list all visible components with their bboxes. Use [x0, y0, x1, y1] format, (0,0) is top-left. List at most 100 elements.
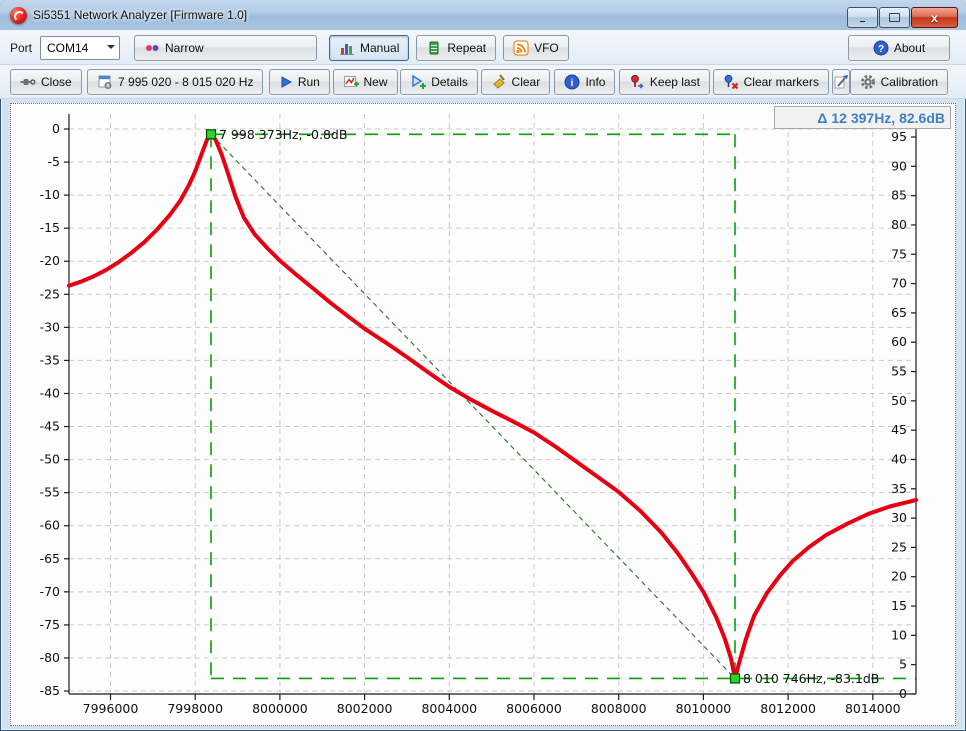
toolbar-main: Close 7 995 020 - 8 015 020 Hz Run New D…	[0, 65, 966, 99]
svg-text:85: 85	[891, 188, 907, 203]
clear-markers-button[interactable]: Clear markers	[713, 69, 829, 95]
port-select[interactable]: COM14	[40, 36, 120, 60]
svg-text:30: 30	[891, 510, 907, 525]
blue-marker-pin-icon	[723, 74, 739, 90]
repeat-label: Repeat	[447, 41, 486, 55]
svg-text:8014000: 8014000	[845, 701, 901, 716]
svg-text:-85: -85	[40, 683, 60, 698]
svg-text:7996000: 7996000	[83, 701, 139, 716]
vfo-label: VFO	[534, 41, 559, 55]
close-connection-button[interactable]: Close	[10, 69, 82, 95]
svg-text:80: 80	[891, 217, 907, 232]
manual-button[interactable]: Manual	[329, 35, 409, 61]
clear-button[interactable]: Clear	[481, 69, 551, 95]
narrow-label: Narrow	[165, 41, 204, 55]
svg-text:40: 40	[891, 451, 907, 466]
about-button[interactable]: ? About	[848, 35, 950, 61]
film-strip-icon	[426, 40, 442, 56]
app-icon	[10, 7, 27, 24]
narrow-dots-icon	[144, 40, 160, 56]
app-window: Si5351 Network Analyzer [Firmware 1.0] –…	[0, 0, 966, 731]
clear-markers-label: Clear markers	[744, 75, 819, 89]
svg-text:-45: -45	[40, 419, 60, 434]
details-button[interactable]: Details	[400, 69, 478, 95]
minimize-icon: –	[860, 16, 866, 27]
new-button[interactable]: New	[333, 69, 398, 95]
svg-text:8 010 746Hz, -83.1dB: 8 010 746Hz, -83.1dB	[743, 671, 879, 686]
repeat-button[interactable]: Repeat	[416, 35, 496, 61]
svg-text:8008000: 8008000	[591, 701, 647, 716]
calibration-button[interactable]: Calibration	[850, 69, 948, 95]
question-icon: ?	[873, 40, 889, 56]
title-bar[interactable]: Si5351 Network Analyzer [Firmware 1.0] –…	[0, 0, 966, 30]
svg-text:35: 35	[891, 481, 907, 496]
content-area: 0-5-10-15-20-25-30-35-40-45-50-55-60-65-…	[0, 99, 966, 731]
frequency-range-label: 7 995 020 - 8 015 020 Hz	[118, 75, 253, 89]
svg-text:10: 10	[891, 627, 907, 642]
play-icon	[279, 75, 293, 89]
clear-label: Clear	[512, 75, 541, 89]
svg-text:95: 95	[891, 129, 907, 144]
annotate-button[interactable]	[832, 69, 850, 95]
svg-text:8010000: 8010000	[676, 701, 732, 716]
svg-text:8000000: 8000000	[252, 701, 308, 716]
svg-text:-35: -35	[40, 352, 60, 367]
svg-text:-10: -10	[40, 187, 60, 202]
details-label: Details	[431, 75, 468, 89]
svg-text:-80: -80	[40, 650, 60, 665]
svg-text:65: 65	[891, 305, 907, 320]
new-chart-icon	[343, 74, 359, 90]
info-label: Info	[585, 75, 605, 89]
svg-text:-55: -55	[40, 485, 60, 500]
svg-text:-20: -20	[40, 253, 60, 268]
port-value: COM14	[47, 41, 88, 55]
svg-text:-60: -60	[40, 518, 60, 533]
svg-text:0: 0	[899, 686, 907, 701]
details-play-icon	[410, 74, 426, 90]
run-button[interactable]: Run	[269, 69, 330, 95]
close-icon: x	[931, 11, 938, 25]
chart-panel[interactable]: 0-5-10-15-20-25-30-35-40-45-50-55-60-65-…	[10, 103, 956, 726]
close-connection-label: Close	[41, 75, 72, 89]
svg-text:?: ?	[878, 44, 884, 55]
svg-text:-15: -15	[40, 220, 60, 235]
close-window-button[interactable]: x	[911, 7, 958, 28]
maximize-button[interactable]	[879, 7, 910, 28]
svg-text:0: 0	[52, 121, 60, 136]
svg-text:90: 90	[891, 158, 907, 173]
frequency-range-button[interactable]: 7 995 020 - 8 015 020 Hz	[87, 69, 263, 95]
svg-text:70: 70	[891, 276, 907, 291]
toolbar-top: Port COM14 Narrow Manual Repeat VFO ? Ab…	[0, 30, 966, 65]
svg-text:-5: -5	[48, 154, 60, 169]
svg-text:-25: -25	[40, 286, 60, 301]
narrow-button[interactable]: Narrow	[134, 35, 317, 61]
svg-text:50: 50	[891, 393, 907, 408]
svg-text:-50: -50	[40, 452, 60, 467]
svg-text:8002000: 8002000	[337, 701, 393, 716]
svg-text:-70: -70	[40, 584, 60, 599]
port-label: Port	[10, 41, 32, 55]
pen-icon	[833, 74, 849, 90]
rss-icon	[513, 40, 529, 56]
broom-icon	[491, 74, 507, 90]
svg-text:7998000: 7998000	[167, 701, 223, 716]
bar-chart-icon	[339, 40, 355, 56]
chevron-down-icon	[107, 45, 115, 53]
svg-text:8004000: 8004000	[421, 701, 477, 716]
svg-text:20: 20	[891, 569, 907, 584]
keep-last-button[interactable]: Keep last	[619, 69, 710, 95]
maximize-icon	[889, 13, 900, 22]
red-marker-pin-icon	[629, 74, 645, 90]
vfo-button[interactable]: VFO	[503, 35, 569, 61]
delta-readout: Δ 12 397Hz, 82.6dB	[774, 106, 951, 129]
svg-text:60: 60	[891, 334, 907, 349]
gear-icon	[860, 74, 876, 90]
svg-text:55: 55	[891, 364, 907, 379]
minimize-button[interactable]: –	[847, 7, 878, 28]
frequency-response-chart[interactable]: 0-5-10-15-20-25-30-35-40-45-50-55-60-65-…	[11, 104, 955, 725]
svg-text:8006000: 8006000	[506, 701, 562, 716]
info-button[interactable]: i Info	[554, 69, 615, 95]
new-label: New	[364, 75, 388, 89]
plug-icon	[20, 74, 36, 90]
svg-text:-40: -40	[40, 385, 60, 400]
